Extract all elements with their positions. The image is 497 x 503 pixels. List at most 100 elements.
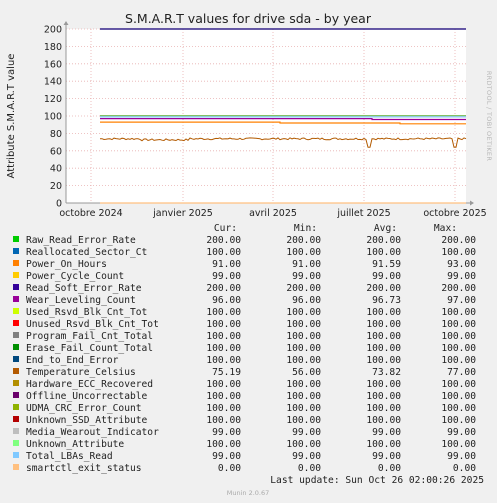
legend-cur-value: 91.00 <box>212 259 241 270</box>
legend-max-value: 99.00 <box>447 451 476 462</box>
legend-swatch <box>13 404 19 410</box>
legend-min-value: 100.00 <box>286 319 321 330</box>
legend-avg-value: 100.00 <box>366 439 401 450</box>
legend-min-value: 99.00 <box>292 451 321 462</box>
legend-label: Hardware_ECC_Recovered <box>26 379 153 390</box>
legend-cur-value: 99.00 <box>212 451 241 462</box>
legend-swatch <box>13 440 19 446</box>
legend-cur-value: 100.00 <box>206 247 241 258</box>
legend-label: Power_Cycle_Count <box>26 271 124 282</box>
x-tick-label: octobre 2024 <box>59 208 122 219</box>
legend-label: Wear_Leveling_Count <box>26 295 136 306</box>
legend-swatch <box>13 260 19 266</box>
legend-min-value: 100.00 <box>286 247 321 258</box>
legend-avg-value: 99.00 <box>372 427 401 438</box>
x-tick-label: avril 2025 <box>249 208 297 219</box>
legend-swatch <box>13 380 19 386</box>
legend-swatch <box>13 236 19 242</box>
legend-max-value: 100.00 <box>441 391 476 402</box>
legend-cur-value: 100.00 <box>206 319 241 330</box>
y-tick-label: 120 <box>44 94 62 105</box>
legend-min-value: 200.00 <box>286 283 321 294</box>
legend-max-value: 100.00 <box>441 415 476 426</box>
legend-max-value: 100.00 <box>441 439 476 450</box>
legend-min-value: 99.00 <box>292 427 321 438</box>
legend-swatch <box>13 452 19 458</box>
legend-max-value: 0.00 <box>453 463 476 474</box>
legend-min-value: 100.00 <box>286 403 321 414</box>
legend-label: Unused_Rsvd_Blk_Cnt_Tot <box>26 319 159 330</box>
legend-avg-value: 96.73 <box>372 295 401 306</box>
y-tick-label: 80 <box>50 129 62 140</box>
legend-label: Media_Wearout_Indicator <box>26 427 159 438</box>
legend-swatch <box>13 356 19 362</box>
legend-label: Erase_Fail_Count_Total <box>26 343 153 354</box>
legend-swatch <box>13 248 19 254</box>
legend-min-value: 96.00 <box>292 295 321 306</box>
legend-swatch <box>13 308 19 314</box>
legend-avg-value: 100.00 <box>366 319 401 330</box>
legend-max-value: 100.00 <box>441 403 476 414</box>
legend-max-value: 100.00 <box>441 247 476 258</box>
y-tick-label: 160 <box>44 59 62 70</box>
legend-avg-value: 200.00 <box>366 235 401 246</box>
legend-max-value: 97.00 <box>447 295 476 306</box>
legend-min-value: 100.00 <box>286 415 321 426</box>
legend-swatch <box>13 428 19 434</box>
y-tick-label: 40 <box>50 164 62 175</box>
legend-cur-value: 99.00 <box>212 427 241 438</box>
y-axis-label: Attribute S.M.A.R.T value <box>6 54 17 179</box>
x-tick-label: janvier 2025 <box>152 208 213 219</box>
legend-avg-value: 100.00 <box>366 391 401 402</box>
rrdtool-watermark: RRDTOOL / TOBI OETIKER <box>485 71 493 161</box>
legend-cur-value: 100.00 <box>206 439 241 450</box>
x-tick-label: juillet 2025 <box>336 208 390 219</box>
legend-max-value: 99.00 <box>447 271 476 282</box>
y-tick-label: 200 <box>44 25 62 36</box>
legend-label: Reallocated_Sector_Ct <box>26 247 147 258</box>
y-axis-arrow <box>63 21 69 25</box>
legend-min-value: 0.00 <box>298 463 321 474</box>
legend-avg-value: 200.00 <box>366 283 401 294</box>
y-tick-label: 60 <box>50 146 62 157</box>
chart-title: S.M.A.R.T values for drive sda - by year <box>125 11 372 26</box>
legend-header: Min: <box>294 223 317 234</box>
legend-label: Unknown_Attribute <box>26 439 124 450</box>
legend-swatch <box>13 416 19 422</box>
legend-cur-value: 100.00 <box>206 391 241 402</box>
legend-swatch <box>13 344 19 350</box>
legend-cur-value: 100.00 <box>206 415 241 426</box>
legend-max-value: 100.00 <box>441 343 476 354</box>
legend-avg-value: 99.00 <box>372 451 401 462</box>
legend-swatch <box>13 368 19 374</box>
legend-cur-value: 100.00 <box>206 343 241 354</box>
legend-label: Program_Fail_Cnt_Total <box>26 331 153 342</box>
legend-cur-value: 75.19 <box>212 367 241 378</box>
munin-version: Munin 2.0.67 <box>227 489 270 497</box>
legend-label: UDMA_CRC_Error_Count <box>26 403 142 414</box>
legend-header: Cur: <box>214 223 237 234</box>
legend-min-value: 100.00 <box>286 439 321 450</box>
legend-cur-value: 100.00 <box>206 307 241 318</box>
y-tick-label: 140 <box>44 77 62 88</box>
legend-swatch <box>13 272 19 278</box>
legend-min-value: 100.00 <box>286 379 321 390</box>
legend-header: Avg: <box>374 223 397 234</box>
legend-avg-value: 100.00 <box>366 415 401 426</box>
legend-swatch <box>13 320 19 326</box>
legend-max-value: 77.00 <box>447 367 476 378</box>
legend-max-value: 93.00 <box>447 259 476 270</box>
legend-avg-value: 91.59 <box>372 259 401 270</box>
legend-header: Max: <box>434 223 457 234</box>
legend-swatch <box>13 296 19 302</box>
legend-label: End_to_End_Error <box>26 355 119 366</box>
legend-swatch <box>13 464 19 470</box>
munin-graph: 0 20 40 60 80 100 120 140 160 180 200 octobre 2024 j… <box>0 0 497 503</box>
legend-swatch <box>13 284 19 290</box>
y-tick-label: 180 <box>44 42 62 53</box>
legend-cur-value: 200.00 <box>206 235 241 246</box>
legend-cur-value: 200.00 <box>206 283 241 294</box>
legend-min-value: 100.00 <box>286 307 321 318</box>
y-tick-label: 20 <box>50 181 62 192</box>
legend-cur-value: 0.00 <box>218 463 241 474</box>
